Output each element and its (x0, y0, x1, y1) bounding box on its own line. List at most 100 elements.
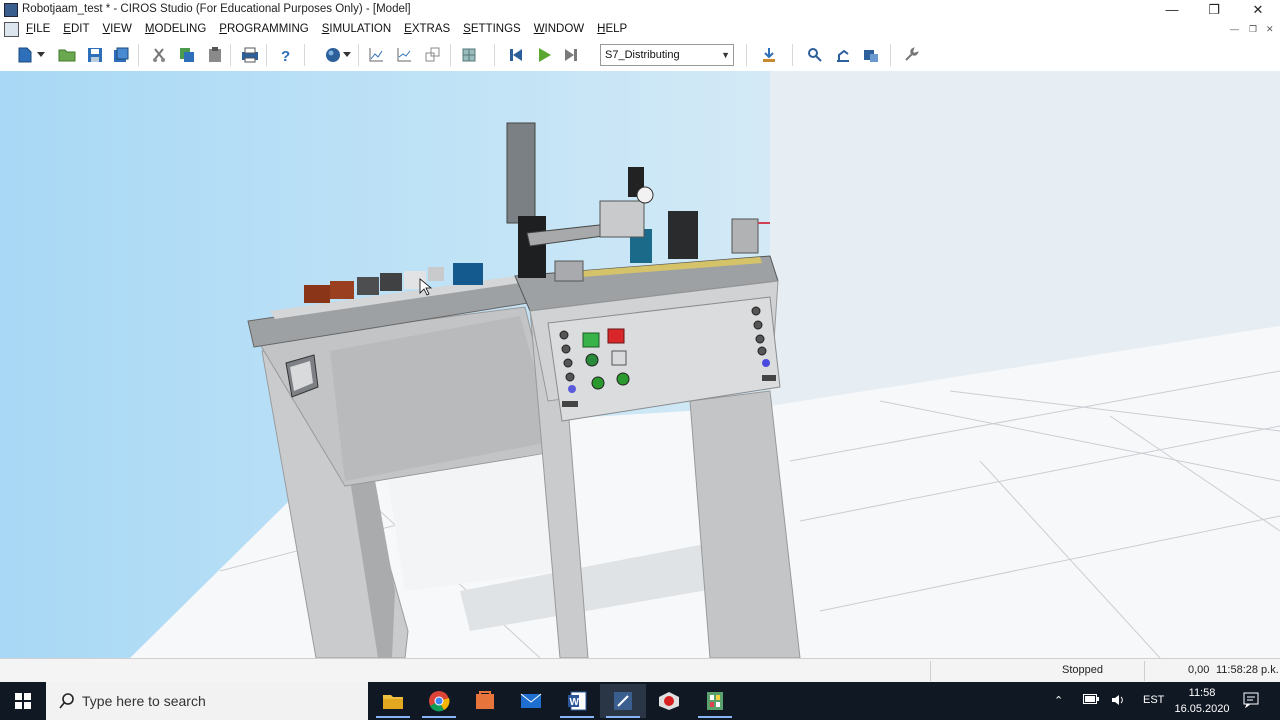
grid-settings-icon[interactable] (460, 46, 478, 64)
save-icon[interactable] (86, 46, 104, 64)
workpiece-red-2 (330, 281, 354, 299)
station-select[interactable]: S7_Distributing ▼ (600, 44, 734, 66)
save-all-icon[interactable] (112, 46, 130, 64)
workpiece-red-1 (304, 285, 330, 303)
window-title: Robotjaam_test * - CIROS Studio (For Edu… (22, 3, 411, 15)
ciros-app-icon (4, 3, 18, 17)
search-icon (59, 693, 74, 709)
menu-item-accelerator: E (404, 23, 412, 35)
robot-program-icon[interactable] (862, 46, 880, 64)
copy-icon[interactable] (178, 46, 196, 64)
view-dropdown-chevron-icon[interactable] (342, 46, 352, 64)
close-icon[interactable]: ✕ (1236, 0, 1280, 20)
taskbar-search-box[interactable]: Type here to search (46, 682, 368, 720)
toolbar-separator (138, 44, 139, 66)
play-icon[interactable] (535, 46, 553, 64)
cad-app-icon[interactable] (646, 684, 692, 718)
toolbar-separator (358, 44, 359, 66)
menu-item-label: ODELING (154, 23, 207, 35)
open-folder-icon[interactable] (58, 46, 76, 64)
input-language[interactable]: EST (1143, 694, 1164, 706)
cut-icon[interactable] (150, 46, 168, 64)
sensor-bracket (731, 218, 759, 254)
workpiece-black-2 (380, 273, 402, 291)
new-dropdown-chevron-icon[interactable] (36, 46, 46, 64)
indicator-blue-right (762, 359, 770, 367)
menu-item-view[interactable]: VIEW (103, 23, 138, 35)
chart-axis-icon[interactable] (367, 46, 385, 64)
mail-icon[interactable] (508, 684, 554, 718)
menu-item-accelerator: E (63, 23, 71, 35)
workpiece-blue (453, 263, 483, 285)
menu-item-label: ELP (605, 23, 628, 35)
calculator-app-icon[interactable] (692, 684, 738, 718)
station-3d-scene (130, 71, 1280, 658)
help-icon[interactable]: ? (277, 46, 295, 64)
status-bar: Stopped 0,00 11:58:28 p.k. (0, 658, 1280, 682)
notifications-icon[interactable] (1243, 692, 1259, 711)
minimize-icon[interactable]: — (1150, 0, 1194, 20)
3d-model-viewport[interactable] (0, 71, 1280, 658)
file-explorer-icon[interactable] (370, 684, 416, 718)
robot-arm-icon[interactable] (834, 46, 852, 64)
menu-item-window[interactable]: WINDOW (534, 23, 590, 35)
trend-chart-icon[interactable] (395, 46, 413, 64)
toolbar-separator (266, 44, 267, 66)
start-button (582, 332, 600, 348)
mdi-minimize-icon[interactable]: — (1230, 24, 1239, 34)
mdi-close-icon[interactable]: ✕ (1266, 24, 1274, 35)
step-forward-icon[interactable] (562, 46, 580, 64)
menu-bar: FILE EDIT VIEW MODELING PROGRAMMING SIMULATIO… (0, 20, 1280, 40)
menu-item-accelerator: M (144, 23, 155, 35)
menu-item-programming[interactable]: PROGRAMMING (219, 23, 314, 35)
menu-item-file[interactable]: FILE (26, 23, 56, 35)
mdi-restore-icon[interactable]: ❐ (1249, 24, 1257, 35)
robot-search-icon[interactable] (806, 46, 824, 64)
windows-start-button[interactable] (0, 682, 46, 720)
menu-item-settings[interactable]: SETTINGS (463, 23, 527, 35)
menu-item-label: INDOW (544, 23, 585, 35)
ejector-cylinder (554, 260, 584, 282)
workpiece-black-1 (357, 277, 379, 295)
battery-icon[interactable] (1083, 694, 1099, 707)
menu-item-extras[interactable]: EXTRAS (404, 23, 456, 35)
svg-text:W: W (570, 697, 580, 708)
title-bar: Robotjaam_test * - CIROS Studio (For Edu… (0, 0, 1280, 20)
menu-item-help[interactable]: HELP (597, 23, 633, 35)
menu-item-edit[interactable]: EDIT (63, 23, 95, 35)
menu-item-label: ETTINGS (470, 23, 521, 35)
search-placeholder: Type here to search (82, 693, 206, 709)
download-to-plc-icon[interactable] (760, 46, 778, 64)
toolbar-separator (230, 44, 231, 66)
volume-icon[interactable] (1111, 694, 1127, 709)
print-icon[interactable] (241, 46, 259, 64)
new-file-icon[interactable] (16, 46, 34, 64)
word-icon[interactable]: W (554, 684, 600, 718)
chrome-icon[interactable] (416, 684, 462, 718)
system-clock[interactable]: 11:58 16.05.2020 (1168, 685, 1236, 717)
menu-item-accelerator: P (219, 23, 227, 35)
panel-connector-right (762, 375, 776, 381)
paste-icon[interactable] (206, 46, 224, 64)
menu-item-simulation[interactable]: SIMULATION (322, 23, 397, 35)
menu-item-accelerator: F (26, 23, 34, 35)
toolbar-separator (494, 44, 495, 66)
restore-icon[interactable]: ❐ (1192, 0, 1236, 20)
toolbar-separator (890, 44, 891, 66)
menu-item-modeling[interactable]: MODELING (145, 23, 212, 35)
view-globe-icon[interactable] (324, 46, 342, 64)
reset-button (585, 353, 599, 367)
office-store-icon[interactable] (462, 684, 508, 718)
chevron-down-icon: ▼ (721, 50, 730, 60)
status-divider (1144, 661, 1145, 681)
menu-item-label: ROGRAMMING (226, 23, 309, 35)
ciros-studio-taskbar-icon[interactable] (600, 684, 646, 718)
menu-item-label: IEW (110, 23, 132, 35)
transform-icon[interactable] (424, 46, 442, 64)
svg-text:?: ? (281, 48, 290, 63)
reset-to-start-icon[interactable] (507, 46, 525, 64)
menu-item-label: DIT (70, 23, 90, 35)
wrench-settings-icon[interactable] (902, 46, 920, 64)
document-icon[interactable] (4, 22, 19, 37)
tray-overflow-chevron-icon[interactable]: ⌃ (1054, 694, 1063, 707)
